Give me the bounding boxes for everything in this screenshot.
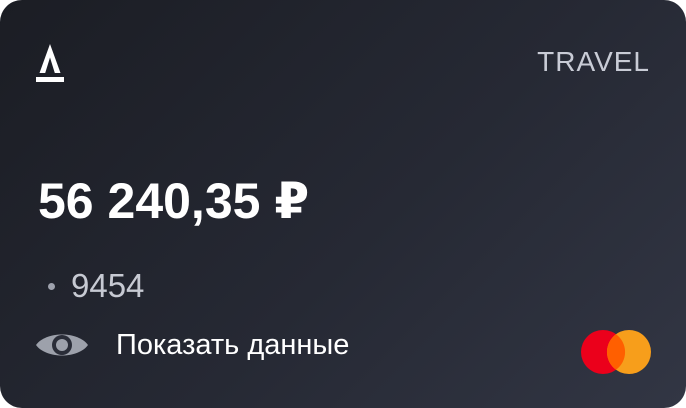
show-data-label: Показать данные xyxy=(116,328,350,361)
mask-dot xyxy=(48,282,55,290)
bank-logo xyxy=(36,44,64,82)
card[interactable]: TRAVEL 56 240,35 ₽ 9454 Показать данные xyxy=(0,0,686,408)
card-number-mask: 9454 xyxy=(48,267,144,305)
card-category-label: TRAVEL xyxy=(537,46,650,77)
show-data-button[interactable]: Показать данные xyxy=(34,322,349,368)
eye-icon xyxy=(34,327,90,363)
card-last-digits: 9454 xyxy=(71,267,145,304)
mastercard-logo xyxy=(580,329,652,375)
balance-amount: 56 240,35 ₽ xyxy=(38,173,310,229)
